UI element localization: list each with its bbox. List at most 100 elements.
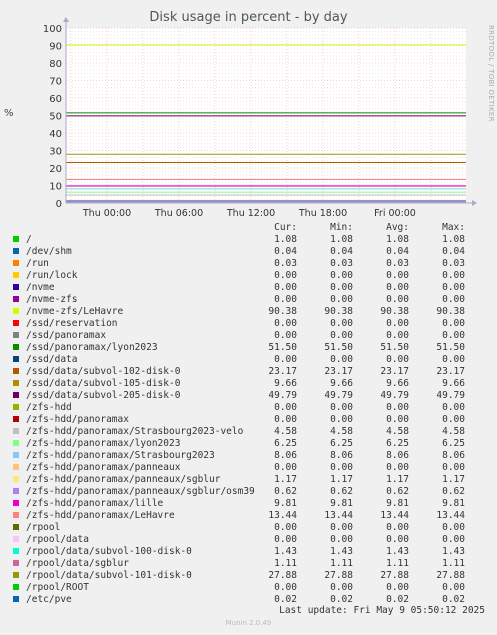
- y-tick-label: 0: [56, 199, 62, 210]
- legend-avg-value: 0.00: [386, 534, 409, 545]
- legend-swatch: [13, 488, 19, 494]
- legend-row: /zfs-hdd/panoramax/lyon2023 6.25 6.25 6.25 6…: [0, 438, 497, 450]
- legend-swatch: [13, 500, 19, 506]
- legend-cur-value: 1.11: [274, 558, 297, 569]
- legend-cur-value: 0.00: [274, 330, 297, 341]
- legend-label: /zfs-hdd/panoramax/panneaux: [26, 462, 181, 473]
- legend-max-value: 1.08: [442, 234, 465, 245]
- legend-cur-value: 0.00: [274, 282, 297, 293]
- legend-avg-value: 9.81: [386, 498, 409, 509]
- legend-row: /rpool/data/sgblur 1.11 1.11 1.11 1.11: [0, 558, 497, 570]
- legend-max-value: 27.88: [436, 570, 465, 581]
- legend-label: /zfs-hdd/panoramax/LeHavre: [26, 510, 175, 521]
- legend-min-value: 0.00: [330, 282, 353, 293]
- legend-swatch: [13, 380, 19, 386]
- legend-min-value: 13.44: [324, 510, 353, 521]
- legend-swatch: [13, 320, 19, 326]
- legend-label: /ssd/data/subvol-105-disk-0: [26, 378, 181, 389]
- legend-avg-value: 0.00: [386, 318, 409, 329]
- legend-label: /: [26, 234, 32, 245]
- legend-row: /zfs-hdd/panoramax/panneaux/sgblur 1.17 1.…: [0, 474, 497, 486]
- column-header-min: Min:: [330, 222, 353, 233]
- legend-avg-value: 0.00: [386, 522, 409, 533]
- legend-swatch: [13, 404, 19, 410]
- legend-avg-value: 13.44: [380, 510, 409, 521]
- legend-label: /ssd/data/subvol-205-disk-0: [26, 390, 181, 401]
- legend-avg-value: 0.00: [386, 330, 409, 341]
- legend-min-value: 9.66: [330, 378, 353, 389]
- legend-min-value: 6.25: [330, 438, 353, 449]
- legend-avg-value: 0.62: [386, 486, 409, 497]
- legend-row: /zfs-hdd/panoramax/LeHavre 13.44 13.44 13.4…: [0, 510, 497, 522]
- legend-label: /ssd/data/subvol-102-disk-0: [26, 366, 181, 377]
- legend-max-value: 0.00: [442, 270, 465, 281]
- legend-avg-value: 23.17: [380, 366, 409, 377]
- y-tick-label: 60: [49, 94, 62, 105]
- legend-cur-value: 4.58: [274, 426, 297, 437]
- legend-swatch: [13, 416, 19, 422]
- legend-swatch: [13, 548, 19, 554]
- legend-label: /zfs-hdd/panoramax/panneaux/sgblur: [26, 474, 221, 485]
- legend-row: /rpool 0.00 0.00 0.00 0.00: [0, 522, 497, 534]
- legend-min-value: 1.08: [330, 234, 353, 245]
- legend-row: /zfs-hdd/panoramax/Strasbourg2023-velo 4.…: [0, 426, 497, 438]
- legend-max-value: 1.11: [442, 558, 465, 569]
- legend-min-value: 0.03: [330, 258, 353, 269]
- x-tick-label: Fri 00:00: [374, 208, 416, 219]
- legend-cur-value: 0.02: [274, 594, 297, 605]
- legend-row: /zfs-hdd/panoramax/lille 9.81 9.81 9.81 9.81: [0, 498, 497, 510]
- legend-max-value: 1.43: [442, 546, 465, 557]
- legend-row: /ssd/data/subvol-102-disk-0 23.17 23.17 23.…: [0, 366, 497, 378]
- legend-max-value: 51.50: [436, 342, 465, 353]
- legend-min-value: 90.38: [324, 306, 353, 317]
- legend-row: /run/lock 0.00 0.00 0.00 0.00: [0, 270, 497, 282]
- legend-row: /nvme-zfs 0.00 0.00 0.00 0.00: [0, 294, 497, 306]
- legend-cur-value: 1.17: [274, 474, 297, 485]
- legend-min-value: 0.00: [330, 402, 353, 413]
- legend-avg-value: 0.00: [386, 282, 409, 293]
- legend-label: /rpool/data: [26, 534, 89, 545]
- legend-max-value: 0.00: [442, 318, 465, 329]
- legend-cur-value: 0.00: [274, 522, 297, 533]
- legend-cur-value: 90.38: [268, 306, 297, 317]
- legend-cur-value: 9.81: [274, 498, 297, 509]
- legend-label: /ssd/data: [26, 354, 78, 365]
- legend-swatch: [13, 596, 19, 602]
- legend-cur-value: 6.25: [274, 438, 297, 449]
- legend-swatch: [13, 524, 19, 530]
- legend-avg-value: 0.00: [386, 582, 409, 593]
- legend-row: /zfs-hdd/panoramax 0.00 0.00 0.00 0.00: [0, 414, 497, 426]
- legend-swatch: [13, 356, 19, 362]
- legend-cur-value: 0.04: [274, 246, 297, 257]
- legend-cur-value: 49.79: [268, 390, 297, 401]
- legend-row: /ssd/data 0.00 0.00 0.00 0.00: [0, 354, 497, 366]
- legend-row: /rpool/data/subvol-101-disk-0 27.88 27.88 2…: [0, 570, 497, 582]
- legend-swatch: [13, 308, 19, 314]
- legend-row: /rpool/data/subvol-100-disk-0 1.43 1.43 1.4…: [0, 546, 497, 558]
- legend-row: /ssd/data/subvol-105-disk-0 9.66 9.66 9.66 9…: [0, 378, 497, 390]
- legend-cur-value: 0.03: [274, 258, 297, 269]
- legend-row: /zfs-hdd 0.00 0.00 0.00 0.00: [0, 402, 497, 414]
- legend-max-value: 0.62: [442, 486, 465, 497]
- x-tick-label: Thu 06:00: [154, 208, 203, 219]
- legend-row: /nvme 0.00 0.00 0.00 0.00: [0, 282, 497, 294]
- legend-row: /ssd/panoramax/lyon2023 51.50 51.50 51.50 51…: [0, 342, 497, 354]
- legend-swatch: [13, 440, 19, 446]
- y-tick-label: 80: [49, 59, 62, 70]
- legend-min-value: 0.00: [330, 330, 353, 341]
- legend-avg-value: 49.79: [380, 390, 409, 401]
- legend-avg-value: 9.66: [386, 378, 409, 389]
- legend-avg-value: 51.50: [380, 342, 409, 353]
- legend-label: /rpool/ROOT: [26, 582, 89, 593]
- legend-max-value: 13.44: [436, 510, 465, 521]
- munin-version: Munin 2.0.49: [225, 619, 272, 627]
- column-header-avg: Avg:: [386, 222, 409, 233]
- y-tick-label: 90: [49, 42, 62, 53]
- legend-avg-value: 0.02: [386, 594, 409, 605]
- column-header-cur: Cur:: [274, 222, 297, 233]
- legend-header: Cur: Min: Avg: Max:: [0, 222, 497, 234]
- legend-swatch: [13, 428, 19, 434]
- legend-avg-value: 1.08: [386, 234, 409, 245]
- legend-min-value: 51.50: [324, 342, 353, 353]
- legend-min-value: 0.00: [330, 318, 353, 329]
